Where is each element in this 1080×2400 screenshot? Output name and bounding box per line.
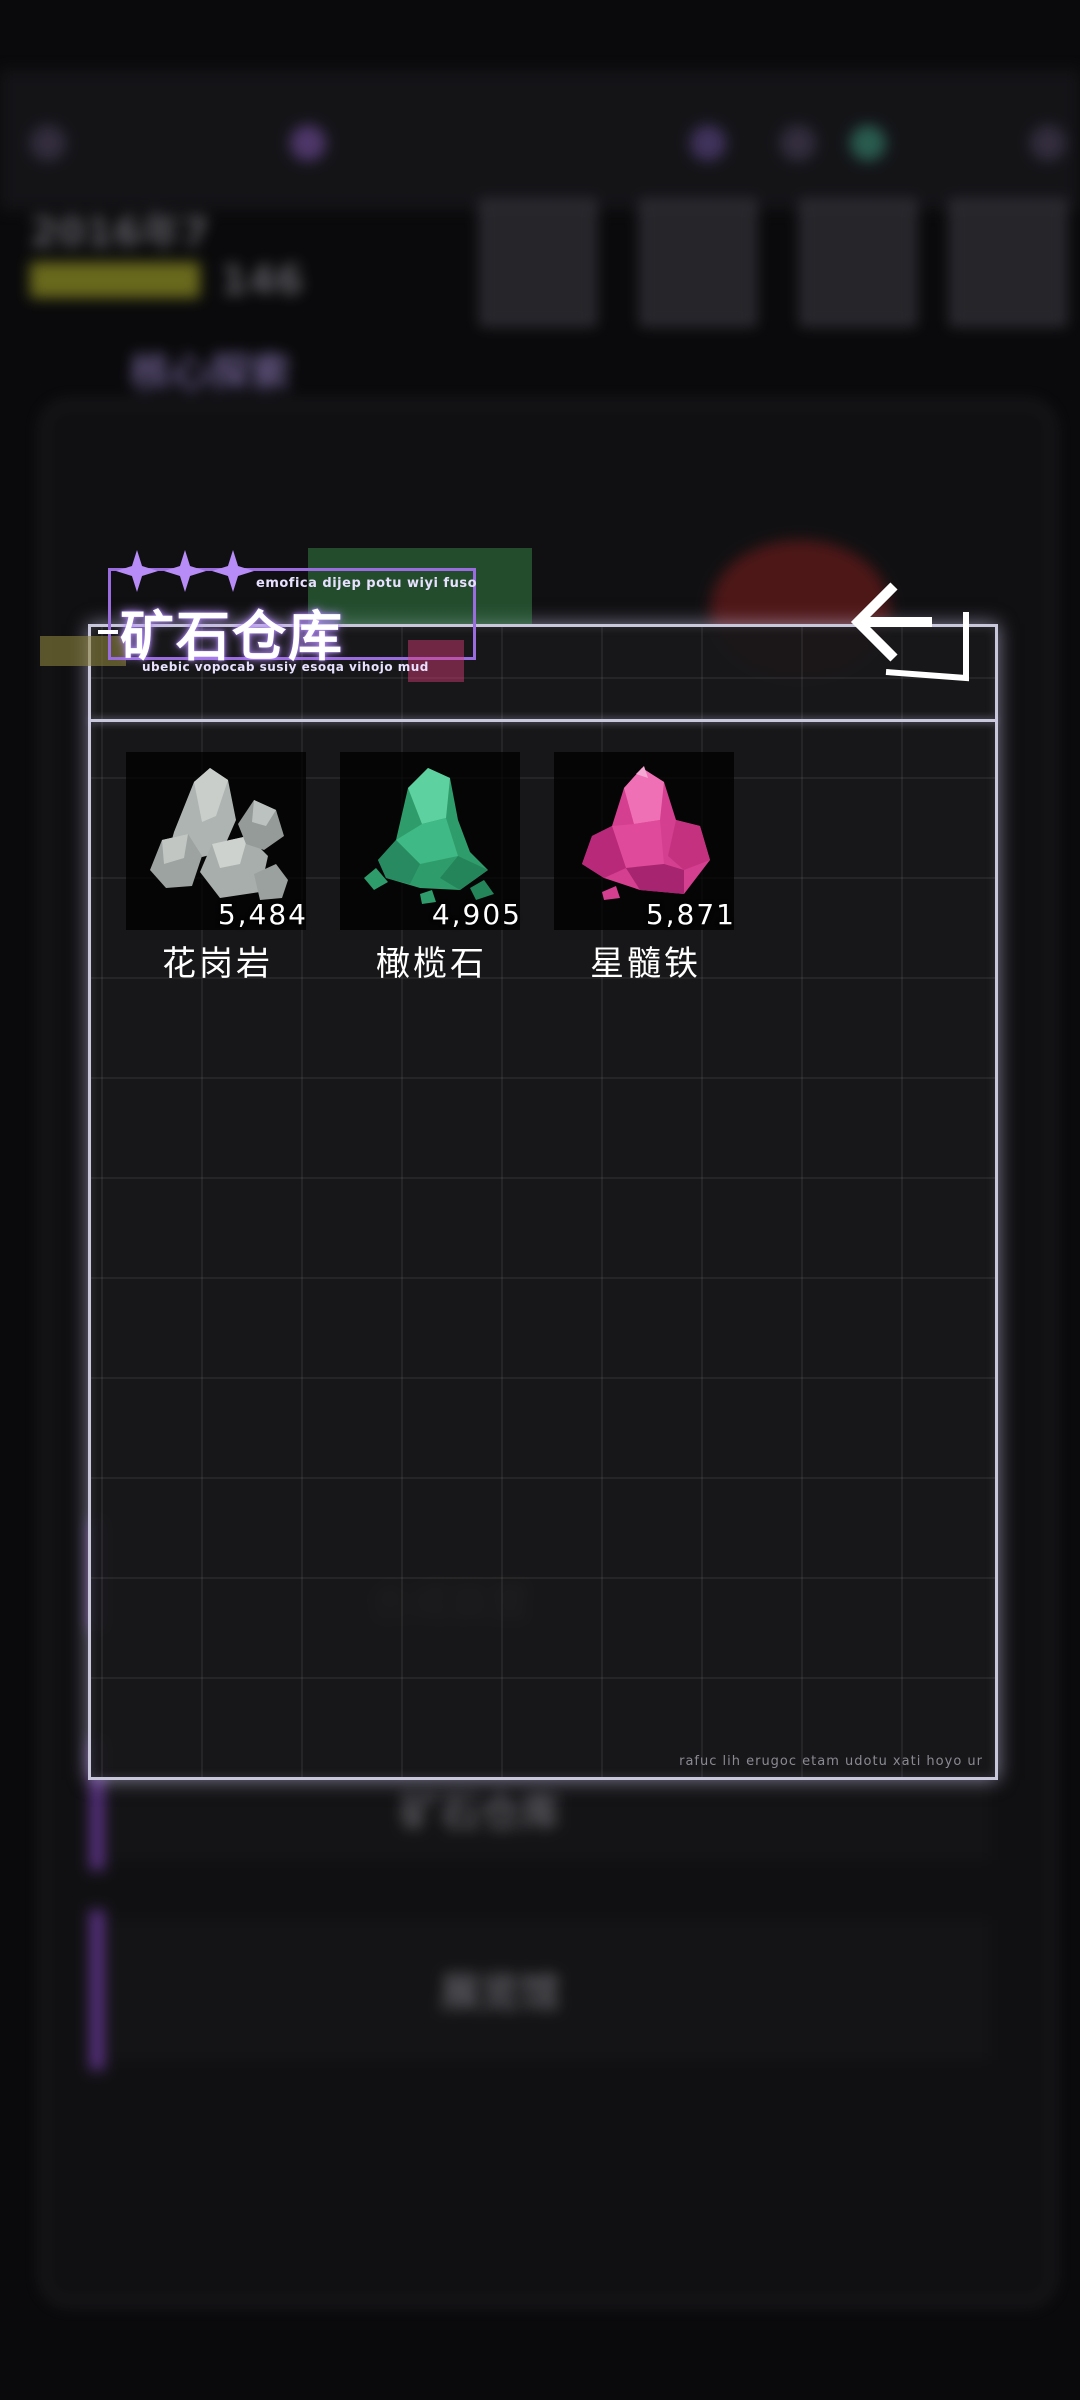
item-count: 5,484 — [217, 898, 308, 931]
title-subtitle-bottom: ubebic vopocab susiy esoqa vihojo mud — [142, 660, 429, 674]
star-rating — [116, 550, 254, 592]
inventory-item-olivine[interactable]: 4,905 橄榄石 — [340, 752, 520, 992]
item-name: 橄榄石 — [376, 944, 487, 984]
item-count: 4,905 — [431, 898, 522, 931]
back-button[interactable] — [846, 578, 976, 688]
back-arrow-icon — [850, 582, 969, 682]
ore-inventory-grid: 5,484 花岗岩 4,905 橄榄石 5,871 星髓铁 — [126, 752, 926, 992]
star-iron-ore-icon — [582, 766, 710, 900]
screen: 2016年7 146 核心探索 合成装置 矿石仓库 展览馆 rafuc lih … — [0, 0, 1080, 2400]
inventory-item-granite[interactable]: 5,484 花岗岩 — [126, 752, 306, 992]
granite-ore-icon — [150, 768, 288, 900]
item-name: 星髓铁 — [590, 944, 701, 984]
star-icon — [116, 550, 158, 592]
panel-footer-text: rafuc lih erugoc etam udotu xati hoyo ur — [679, 1754, 983, 1769]
olivine-ore-icon — [364, 768, 494, 904]
title-subtitle-top: emofica dijep potu wiyi fuso — [256, 576, 478, 591]
item-count: 5,871 — [645, 898, 736, 931]
inventory-item-star-iron[interactable]: 5,871 星髓铁 — [554, 752, 734, 992]
item-name: 花岗岩 — [162, 944, 273, 984]
star-icon — [164, 550, 206, 592]
star-icon — [212, 550, 254, 592]
header-divider — [91, 719, 995, 722]
dialog-title-block: emofica dijep potu wiyi fuso 矿石仓库 ubebic… — [40, 548, 560, 698]
